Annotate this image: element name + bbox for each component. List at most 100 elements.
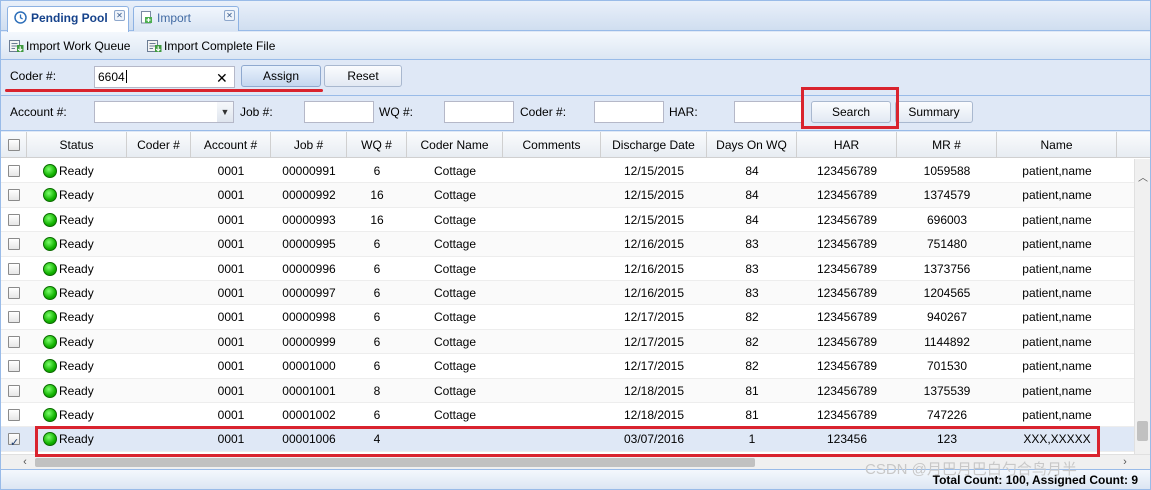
cell-name: patient,name xyxy=(997,208,1117,232)
vertical-scrollbar[interactable]: ︿ xyxy=(1134,159,1150,455)
import-work-queue-button[interactable]: Import Work Queue xyxy=(9,37,130,55)
cell-discharge-date: 12/16/2015 xyxy=(601,257,707,281)
status-ready-icon xyxy=(43,383,57,398)
table-row[interactable]: Ready 0001 00001002 6 Cottage 12/18/2015 81 123… xyxy=(1,403,1134,428)
cell-job: 00000996 xyxy=(271,257,347,281)
table-row[interactable]: Ready 0001 00000992 16 Cottage 12/15/2015 84 12… xyxy=(1,183,1134,208)
checkbox-icon xyxy=(8,409,20,421)
column-header-coder[interactable]: Coder # xyxy=(127,132,191,158)
cell-mr-text: 1373756 xyxy=(923,261,971,276)
row-checkbox[interactable] xyxy=(1,427,27,451)
wq-label: WQ #: xyxy=(379,105,414,119)
column-header-har[interactable]: HAR xyxy=(797,132,897,158)
pending-pool-app: Pending Pool ✕ Import Pool ✕ Import Work… xyxy=(0,0,1151,490)
row-checkbox[interactable] xyxy=(1,159,27,183)
table-row[interactable]: Ready 0001 00000995 6 Cottage 12/16/2015 83 123… xyxy=(1,232,1134,257)
cell-har: 123456789 xyxy=(797,379,897,403)
scroll-thumb[interactable] xyxy=(1137,421,1148,441)
wq-input[interactable] xyxy=(444,101,514,123)
cell-discharge-date-text: 12/15/2015 xyxy=(623,164,685,178)
cell-job-text: 00000999 xyxy=(282,334,336,349)
table-row[interactable]: Ready 0001 00000996 6 Cottage 12/16/2015 83 123… xyxy=(1,257,1134,281)
table-row[interactable]: Ready 0001 00000998 6 Cottage 12/17/2015 82 123… xyxy=(1,305,1134,330)
tab-pending-pool[interactable]: Pending Pool ✕ xyxy=(7,6,129,32)
table-row[interactable]: Ready 0001 00000997 6 Cottage 12/16/2015 83 123… xyxy=(1,281,1134,306)
cell-account-text: 0001 xyxy=(217,188,245,203)
scroll-thumb-horizontal[interactable] xyxy=(35,458,755,467)
cell-days-on-wq-text: 84 xyxy=(745,212,759,227)
cell-wq: 6 xyxy=(347,305,407,329)
har-input[interactable] xyxy=(734,101,804,123)
close-tab-icon[interactable]: ✕ xyxy=(114,10,125,21)
table-row[interactable]: Ready 0001 00000991 6 Cottage 12/15/2015 84 123… xyxy=(1,159,1134,184)
cell-coder-name-text: Cottage xyxy=(433,359,477,374)
column-header-job[interactable]: Job # xyxy=(271,132,347,158)
cell-har-text: 123456789 xyxy=(816,286,878,300)
row-checkbox[interactable] xyxy=(1,257,27,281)
column-header-coder-name[interactable]: Coder Name xyxy=(407,132,503,158)
column-header-mr[interactable]: MR # xyxy=(897,132,997,158)
cell-discharge-date-text: 12/18/2015 xyxy=(623,408,685,422)
cell-discharge-date-text: 12/17/2015 xyxy=(623,310,685,325)
scroll-left-icon[interactable]: ‹ xyxy=(19,456,31,468)
chevron-down-icon[interactable]: ▼ xyxy=(217,101,234,123)
column-header-days-on-wq[interactable]: Days On WQ xyxy=(707,132,797,158)
row-checkbox[interactable] xyxy=(1,281,27,305)
cell-discharge-date: 12/17/2015 xyxy=(601,330,707,354)
row-checkbox[interactable] xyxy=(1,403,27,427)
select-all-checkbox[interactable] xyxy=(1,132,27,158)
row-checkbox[interactable] xyxy=(1,183,27,207)
search-coder-input[interactable] xyxy=(594,101,664,123)
cell-wq-text: 6 xyxy=(373,237,381,252)
scroll-up-icon[interactable]: ︿ xyxy=(1137,173,1149,185)
cell-account-text: 0001 xyxy=(217,261,245,276)
column-header-discharge-date[interactable]: Discharge Date xyxy=(601,132,707,158)
cell-coder-name: Cottage xyxy=(407,403,503,427)
tab-import-pool[interactable]: Import Pool ✕ xyxy=(133,6,239,47)
table-row[interactable]: Ready 0001 00001001 8 Cottage 12/18/2015 81 123… xyxy=(1,378,1134,403)
column-header-name[interactable]: Name xyxy=(997,132,1117,158)
cell-har-text: 123456789 xyxy=(816,359,878,374)
cell-discharge-date: 12/16/2015 xyxy=(601,281,707,305)
cell-name: patient,name xyxy=(997,354,1117,378)
clear-icon[interactable]: ✕ xyxy=(216,71,228,85)
cell-days-on-wq-text: 82 xyxy=(745,310,759,325)
summary-button[interactable]: Summary xyxy=(895,101,973,123)
row-checkbox[interactable] xyxy=(1,305,27,329)
status-ready-icon xyxy=(43,359,57,374)
search-form: Account #: ▼ Job #: WQ #: Coder #: HAR: … xyxy=(1,96,1150,131)
cell-comments xyxy=(503,354,601,378)
scroll-right-icon[interactable]: › xyxy=(1119,456,1131,468)
row-checkbox[interactable] xyxy=(1,354,27,378)
checkbox-icon xyxy=(8,287,20,299)
checkbox-icon xyxy=(7,139,20,151)
reset-button[interactable]: Reset xyxy=(324,65,402,87)
cell-comments xyxy=(503,330,601,354)
cell-days-on-wq: 81 xyxy=(707,403,797,427)
cell-status-text: Ready xyxy=(59,164,94,178)
status-ready-icon xyxy=(43,310,57,325)
coder-input[interactable]: 6604 xyxy=(94,66,235,88)
column-header-account[interactable]: Account # xyxy=(191,132,271,158)
account-select[interactable] xyxy=(94,101,218,123)
column-header-comments[interactable]: Comments xyxy=(503,132,601,158)
table-row[interactable]: Ready 0001 00000993 16 Cottage 12/15/2015 84 12… xyxy=(1,208,1134,233)
cell-comments xyxy=(503,403,601,427)
highlight-box-row xyxy=(35,426,1100,457)
import-complete-file-button[interactable]: Import Complete File xyxy=(147,37,275,55)
row-checkbox[interactable] xyxy=(1,208,27,232)
row-checkbox[interactable] xyxy=(1,379,27,403)
row-checkbox[interactable] xyxy=(1,232,27,256)
row-checkbox[interactable] xyxy=(1,330,27,354)
table-row[interactable]: Ready 0001 00001000 6 Cottage 12/17/2015 82 123… xyxy=(1,354,1134,379)
table-row[interactable]: Ready 0001 00000999 6 Cottage 12/17/2015 82 123… xyxy=(1,329,1134,355)
column-header-status[interactable]: Status xyxy=(27,132,127,158)
import-work-queue-label: Import Work Queue xyxy=(26,39,131,53)
assign-button[interactable]: Assign xyxy=(241,65,321,87)
close-tab-icon[interactable]: ✕ xyxy=(224,10,235,21)
cell-name-text: patient,name xyxy=(1022,164,1092,178)
column-header-wq[interactable]: WQ # xyxy=(347,132,407,158)
cell-har: 123456789 xyxy=(797,183,897,207)
job-input[interactable] xyxy=(304,101,374,123)
cell-account-text: 0001 xyxy=(217,237,245,252)
